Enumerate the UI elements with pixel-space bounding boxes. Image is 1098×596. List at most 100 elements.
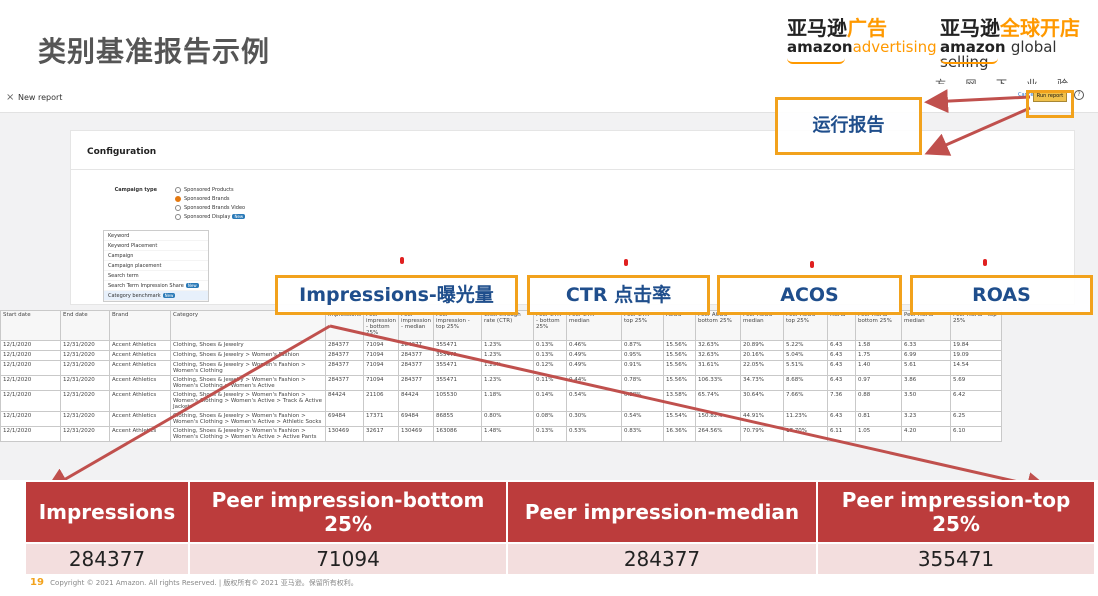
column-header[interactable]: End date [60, 310, 110, 341]
configuration-title: Configuration [87, 147, 157, 157]
dropdown-option-campaign[interactable]: Campaign [104, 251, 208, 261]
new-badge: New [185, 283, 199, 288]
table-cell: 8.68% [783, 375, 829, 391]
table-cell: Clothing, Shoes & Jewelry [170, 340, 326, 351]
table-cell: 5.69 [950, 375, 1003, 391]
table-cell: 12/1/2020 [0, 411, 61, 427]
table-cell: Clothing, Shoes & Jewelry > Women's Fash… [170, 411, 326, 427]
dropdown-option-campaign-placement[interactable]: Campaign placement [104, 261, 208, 271]
table-cell: 106.33% [695, 375, 742, 391]
table-cell: 0.53% [566, 426, 623, 442]
column-header[interactable]: Peer impression - median [397, 310, 435, 341]
column-header[interactable]: Peer CTR - median [566, 310, 623, 341]
radio-icon [175, 213, 181, 220]
summary-value: 355471 [816, 542, 1096, 576]
table-cell: 15.56% [663, 340, 697, 351]
table-cell: 150.82% [695, 411, 742, 427]
marker-dot [810, 261, 814, 268]
summary-header: Impressions [24, 480, 190, 544]
help-icon[interactable]: ? [1074, 90, 1084, 100]
table-cell: 20.16% [740, 350, 785, 361]
table-cell: 0.97 [855, 375, 903, 391]
table-cell: 0.12% [533, 360, 568, 376]
table-header-row: Start date End date Brand Category Impre… [0, 310, 1003, 341]
column-header[interactable]: Peer ACOS - top 25% [783, 310, 829, 341]
table-cell: 6.43 [827, 360, 857, 376]
column-header[interactable]: Peer ACOS - median [740, 310, 785, 341]
radio-sponsored-brands-video[interactable]: Sponsored Brands Video [175, 204, 245, 213]
table-cell: 284377 [325, 360, 364, 376]
table-cell: 71094 [362, 340, 400, 351]
table-row[interactable]: 12/1/2020 12/31/2020 Accent Athletics Cloth… [0, 350, 1003, 361]
table-cell: 12/31/2020 [60, 350, 110, 361]
column-header[interactable]: Brand [109, 310, 171, 341]
dropdown-option-keyword-placement[interactable]: Keyword Placement [104, 241, 208, 251]
column-header[interactable]: Peer ROAS - bottom 25% [855, 310, 903, 341]
dropdown-option-category-benchmark[interactable]: Category benchmark New [104, 291, 208, 301]
table-cell: Accent Athletics [109, 340, 171, 351]
table-cell: 355471 [433, 360, 483, 376]
column-header[interactable]: Peer impression - bottom 25% [362, 310, 400, 341]
table-cell: 12/31/2020 [60, 411, 110, 427]
table-cell: 0.13% [533, 350, 568, 361]
column-header[interactable]: Peer ROAS - top 25% [950, 310, 1003, 341]
dropdown-option-search-term[interactable]: Search term [104, 271, 208, 281]
table-cell: 44.91% [740, 411, 785, 427]
table-row[interactable]: 12/1/2020 12/31/2020 Accent Athletics Cloth… [0, 340, 1003, 351]
radio-sponsored-display[interactable]: Sponsored Display New [175, 213, 246, 222]
column-header[interactable]: Peer CTR - top 25% [621, 310, 665, 341]
table-cell: 84424 [325, 390, 364, 412]
table-cell: Accent Athletics [109, 375, 171, 391]
table-cell: 12/1/2020 [0, 426, 61, 442]
table-cell: 0.44% [566, 375, 623, 391]
table-cell: 15.54% [663, 411, 697, 427]
table-cell: 5.61 [901, 360, 952, 376]
table-cell: 71094 [362, 375, 400, 391]
column-header[interactable]: Click-through rate (CTR) [481, 310, 535, 341]
summary-value: 71094 [188, 542, 508, 576]
column-header[interactable]: ACOS [663, 310, 697, 341]
radio-sponsored-brands[interactable]: Sponsored Brands [175, 195, 245, 204]
table-row[interactable]: 12/1/2020 12/31/2020 Accent Athletics Cloth… [0, 426, 1003, 442]
table-row[interactable]: 12/1/2020 12/31/2020 Accent Athletics Cloth… [0, 375, 1003, 391]
column-header[interactable]: Peer ROAS - median [901, 310, 952, 341]
table-cell: 19.09 [950, 350, 1003, 361]
column-header[interactable]: Peer ACOS - bottom 25% [695, 310, 742, 341]
campaign-type-radio-group: Sponsored Products Sponsored Brands Spon… [175, 186, 246, 222]
dropdown-option-search-term-impression-share[interactable]: Search Term Impression Share New [104, 281, 208, 291]
copyright-text: Copyright © 2021 Amazon. All rights Rese… [50, 579, 358, 587]
callout-ctr: CTR 点击率 [527, 275, 710, 315]
table-cell: 12/1/2020 [0, 390, 61, 412]
table-cell: 284377 [325, 340, 364, 351]
table-cell: 105530 [433, 390, 483, 412]
table-row[interactable]: 12/1/2020 12/31/2020 Accent Athletics Cloth… [0, 360, 1003, 376]
amazon-global-selling-logo: 亚马逊全球开店 amazon global selling [940, 16, 1080, 71]
table-cell: 1.23% [481, 340, 535, 351]
table-cell: 71094 [362, 350, 400, 361]
table-row[interactable]: 12/1/2020 12/31/2020 Accent Athletics Cloth… [0, 390, 1003, 412]
column-header[interactable]: Start date [0, 310, 61, 341]
close-icon[interactable]: × [6, 92, 14, 103]
column-header[interactable]: Category [170, 310, 326, 341]
table-cell: 0.46% [566, 340, 623, 351]
dropdown-option-keyword[interactable]: Keyword [104, 231, 208, 241]
table-cell: 7.36 [827, 390, 857, 412]
table-cell: 0.91% [621, 360, 665, 376]
column-header[interactable]: ROAS [827, 310, 857, 341]
table-cell: 6.43 [827, 350, 857, 361]
summary-header: Peer impression-bottom 25% [188, 480, 508, 544]
table-cell: 0.14% [533, 390, 568, 412]
new-badge: New [232, 214, 246, 219]
radio-icon [175, 204, 181, 211]
table-row[interactable]: 12/1/2020 12/31/2020 Accent Athletics Cloth… [0, 411, 1003, 427]
column-header[interactable]: Impressions [325, 310, 364, 341]
table-cell: 12/1/2020 [0, 375, 61, 391]
table-cell: 163086 [433, 426, 483, 442]
radio-sponsored-products[interactable]: Sponsored Products [175, 186, 245, 195]
table-cell: 13.58% [663, 390, 697, 412]
column-header[interactable]: Peer CTR - bottom 25% [533, 310, 568, 341]
report-type-dropdown[interactable]: Keyword Keyword Placement Campaign Campa… [103, 230, 209, 302]
table-cell: 284377 [397, 340, 435, 351]
column-header[interactable]: Peer impression - top 25% [433, 310, 483, 341]
table-cell: 16.36% [663, 426, 697, 442]
